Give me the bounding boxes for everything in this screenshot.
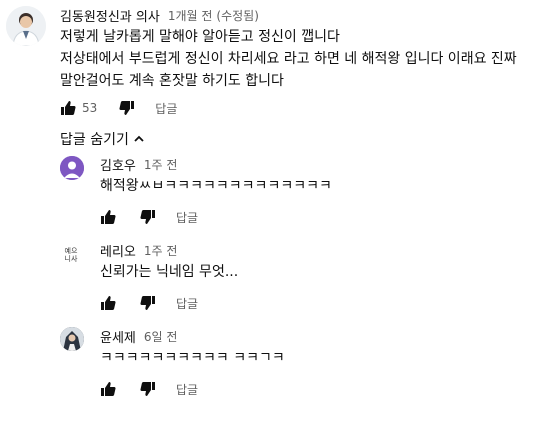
reply-header: 레리오 1주 전	[100, 241, 178, 260]
reply-button[interactable]: 답글	[176, 209, 198, 226]
comment-text-line: 말안걸어도 계속 혼잣말 하기도 합니다	[60, 73, 284, 89]
reply-timestamp[interactable]: 6일 전	[144, 328, 178, 345]
reply-author-avatar[interactable]: 예으 니사	[58, 242, 84, 268]
chevron-up-icon	[133, 133, 145, 145]
thumb-up-icon[interactable]	[100, 381, 116, 397]
comment-author-avatar[interactable]	[6, 6, 46, 46]
comment-timestamp[interactable]: 1개월 전	[168, 7, 213, 24]
reply-text: 신뢰가는 닉네임 무엇...	[100, 264, 239, 280]
comment-edited-label: (수정됨)	[216, 8, 259, 23]
reply-text: 해적왕ㅆㅂㅋㅋㅋㅋㅋㅋㅋㅋㅋㅋㅋㅋㅋ	[100, 178, 332, 194]
comment-header: 김동원정신과 의사 1개월 전 (수정됨)	[60, 6, 259, 25]
reply-button[interactable]: 답글	[176, 381, 198, 398]
thumb-up-icon[interactable]	[100, 295, 116, 311]
comment-text-line: 저상태에서 부드럽게 정신이 차리세요 라고 하면 네 해적왕 입니다 이래요 …	[60, 51, 517, 67]
reply-actions: 답글	[100, 380, 198, 398]
comment-text: 저렇게 날카롭게 말해야 알아듣고 정신이 깹니다 저상태에서 부드럽게 정신이…	[60, 26, 517, 92]
thumb-down-icon[interactable]	[119, 100, 135, 116]
reply-timestamp[interactable]: 1주 전	[144, 242, 178, 259]
thumb-down-icon[interactable]	[140, 381, 156, 397]
reply-button[interactable]: 답글	[155, 100, 177, 117]
reply-actions: 답글	[100, 294, 198, 312]
hide-replies-label: 답글 숨기기	[60, 132, 129, 148]
comment-author-name[interactable]: 김동원정신과 의사	[60, 6, 160, 25]
reply-actions: 답글	[100, 208, 198, 226]
hide-replies-toggle[interactable]: 답글 숨기기	[60, 129, 145, 149]
thumb-up-icon[interactable]	[100, 209, 116, 225]
reply-author-avatar[interactable]	[60, 327, 84, 351]
avatar-text-line: 예으	[64, 247, 78, 255]
reply-author-avatar[interactable]	[60, 156, 84, 180]
reply-timestamp[interactable]: 1주 전	[144, 156, 178, 173]
comment-actions: 53 답글	[60, 99, 177, 117]
avatar-text-line: 니사	[64, 255, 78, 263]
reply-author-name[interactable]: 레리오	[100, 241, 136, 260]
reply-header: 김호우 1주 전	[100, 155, 178, 174]
reply-header: 윤세제 6일 전	[100, 327, 178, 346]
reply-text: ㅋㅋㅋㅋㅋㅋㅋㅋㅋㅋ ㅋㅋㄱㅋ	[100, 350, 285, 366]
reply-button[interactable]: 답글	[176, 295, 198, 312]
comment-text-line: 저렇게 날카롭게 말해야 알아듣고 정신이 깹니다	[60, 29, 340, 45]
reply-author-name[interactable]: 김호우	[100, 155, 136, 174]
reply-author-name[interactable]: 윤세제	[100, 327, 136, 346]
thumb-down-icon[interactable]	[140, 209, 156, 225]
thumb-up-icon[interactable]	[60, 100, 76, 116]
like-count: 53	[82, 101, 98, 115]
thumb-down-icon[interactable]	[140, 295, 156, 311]
